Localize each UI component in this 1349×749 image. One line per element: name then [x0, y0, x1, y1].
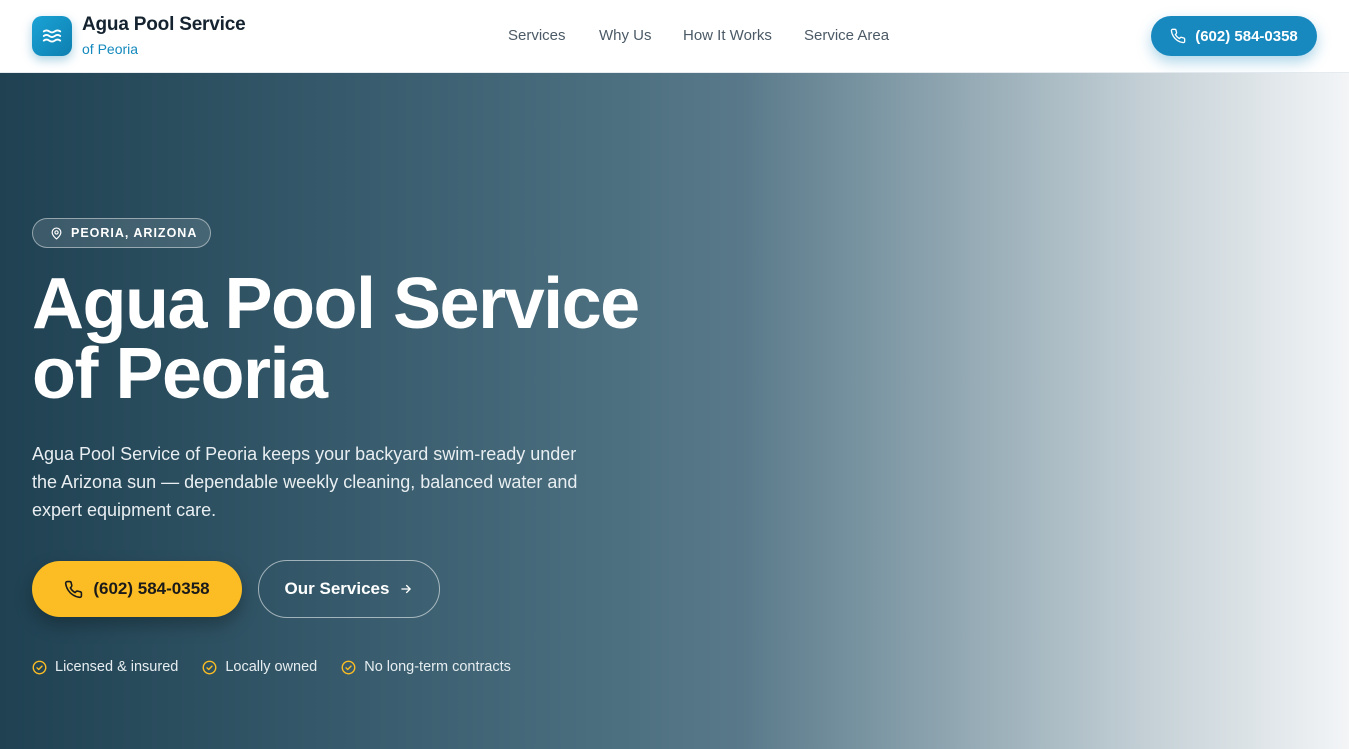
trust-item-label: Locally owned	[225, 659, 318, 675]
hero-description: Agua Pool Service of Peoria keeps your b…	[32, 444, 578, 520]
brand-subtitle[interactable]: of Peoria	[82, 41, 138, 57]
check-circle-icon	[32, 660, 47, 674]
our-services-button[interactable]: Our Services	[258, 560, 440, 618]
logo[interactable]	[32, 16, 72, 56]
header-call-label: (602) 584-0358	[1195, 27, 1298, 45]
hero-title-line2: of Peoria	[32, 334, 328, 414]
hero-call-button[interactable]: (602) 584-0358	[32, 561, 242, 617]
trust-item-label: No long-term contracts	[364, 659, 511, 675]
phone-icon	[1170, 28, 1186, 44]
check-circle-icon	[202, 660, 217, 674]
main-nav: Services Why Us How It Works Service Are…	[0, 0, 1349, 73]
trust-list: Licensed & insured Locally owned No long…	[32, 659, 511, 675]
hero-title-line1: Agua Pool Service	[32, 264, 640, 344]
nav-how-it-works[interactable]: How It Works	[683, 27, 772, 44]
hero-section: PEORIA, ARIZONA Agua Pool Service of Peo…	[0, 73, 1349, 749]
brand-title[interactable]: Agua Pool Service	[82, 14, 246, 36]
nav-services[interactable]: Services	[508, 27, 566, 44]
trust-item: Locally owned	[202, 659, 317, 675]
location-badge-label: PEORIA, ARIZONA	[71, 226, 198, 240]
hero-call-label: (602) 584-0358	[93, 579, 210, 598]
trust-item: Licensed & insured	[32, 659, 178, 675]
nav-service-area[interactable]: Service Area	[804, 27, 889, 44]
hero-title: Agua Pool Service of Peoria	[32, 268, 752, 410]
trust-item: No long-term contracts	[341, 659, 511, 675]
map-pin-icon	[51, 226, 62, 240]
nav-why-us[interactable]: Why Us	[599, 27, 652, 44]
arrow-right-icon	[401, 584, 412, 594]
phone-icon	[65, 580, 83, 598]
check-circle-icon	[341, 660, 356, 674]
our-services-label: Our Services	[284, 579, 390, 598]
location-badge: PEORIA, ARIZONA	[32, 218, 211, 248]
waves-icon	[42, 29, 62, 43]
trust-item-label: Licensed & insured	[55, 659, 179, 675]
site-header: Agua Pool Service of Peoria Services Why…	[0, 0, 1349, 73]
header-call-button[interactable]: (602) 584-0358	[1151, 16, 1317, 56]
